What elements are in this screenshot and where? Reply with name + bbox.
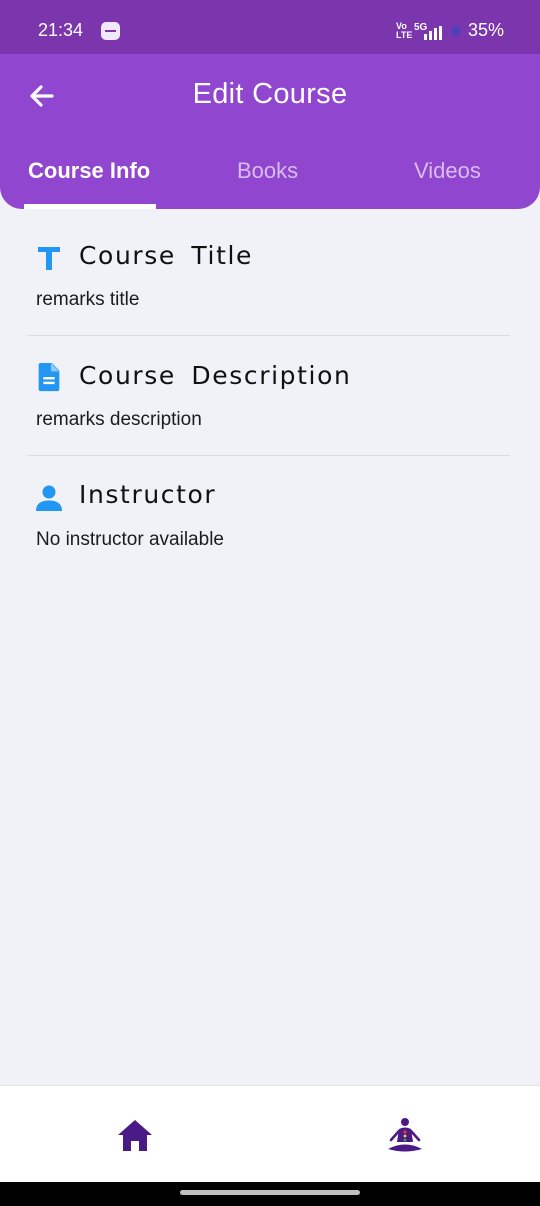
home-gesture-pill[interactable] <box>180 1190 360 1195</box>
home-icon <box>118 1120 152 1151</box>
divider <box>28 455 510 456</box>
battery-saver-icon <box>451 26 461 36</box>
nav-home-button[interactable] <box>115 1116 155 1156</box>
course-title-value: remarks title <box>36 289 140 310</box>
person-icon <box>36 485 62 511</box>
divider <box>28 335 510 336</box>
course-description-label: Course Description <box>79 361 352 390</box>
course-description-value: remarks description <box>36 409 202 430</box>
tab-course-info[interactable]: Course Info <box>28 158 150 184</box>
signal-icon <box>424 26 446 40</box>
instructor-value: No instructor available <box>36 529 224 550</box>
status-bar: 21:34 Vo LTE 5G 35% <box>0 0 540 54</box>
bottom-navigation <box>0 1085 540 1183</box>
tab-videos[interactable]: Videos <box>414 158 481 184</box>
system-navigation-bar <box>0 1182 540 1206</box>
app-header: Edit Course Course Info Books Videos <box>0 54 540 209</box>
app-notification-icon <box>101 22 120 40</box>
course-title-label: Course Title <box>79 241 254 270</box>
status-time: 21:34 <box>38 20 84 40</box>
meditation-icon <box>388 1118 422 1152</box>
nav-meditation-button[interactable] <box>385 1116 425 1156</box>
tab-indicator <box>24 204 156 209</box>
title-icon <box>38 247 60 270</box>
instructor-label: Instructor <box>79 480 217 509</box>
document-icon <box>38 362 60 392</box>
page-title: Edit Course <box>192 78 348 110</box>
tab-books[interactable]: Books <box>237 158 298 184</box>
volte-indicator: Vo LTE <box>396 21 413 40</box>
battery-level: 35% <box>468 20 505 40</box>
